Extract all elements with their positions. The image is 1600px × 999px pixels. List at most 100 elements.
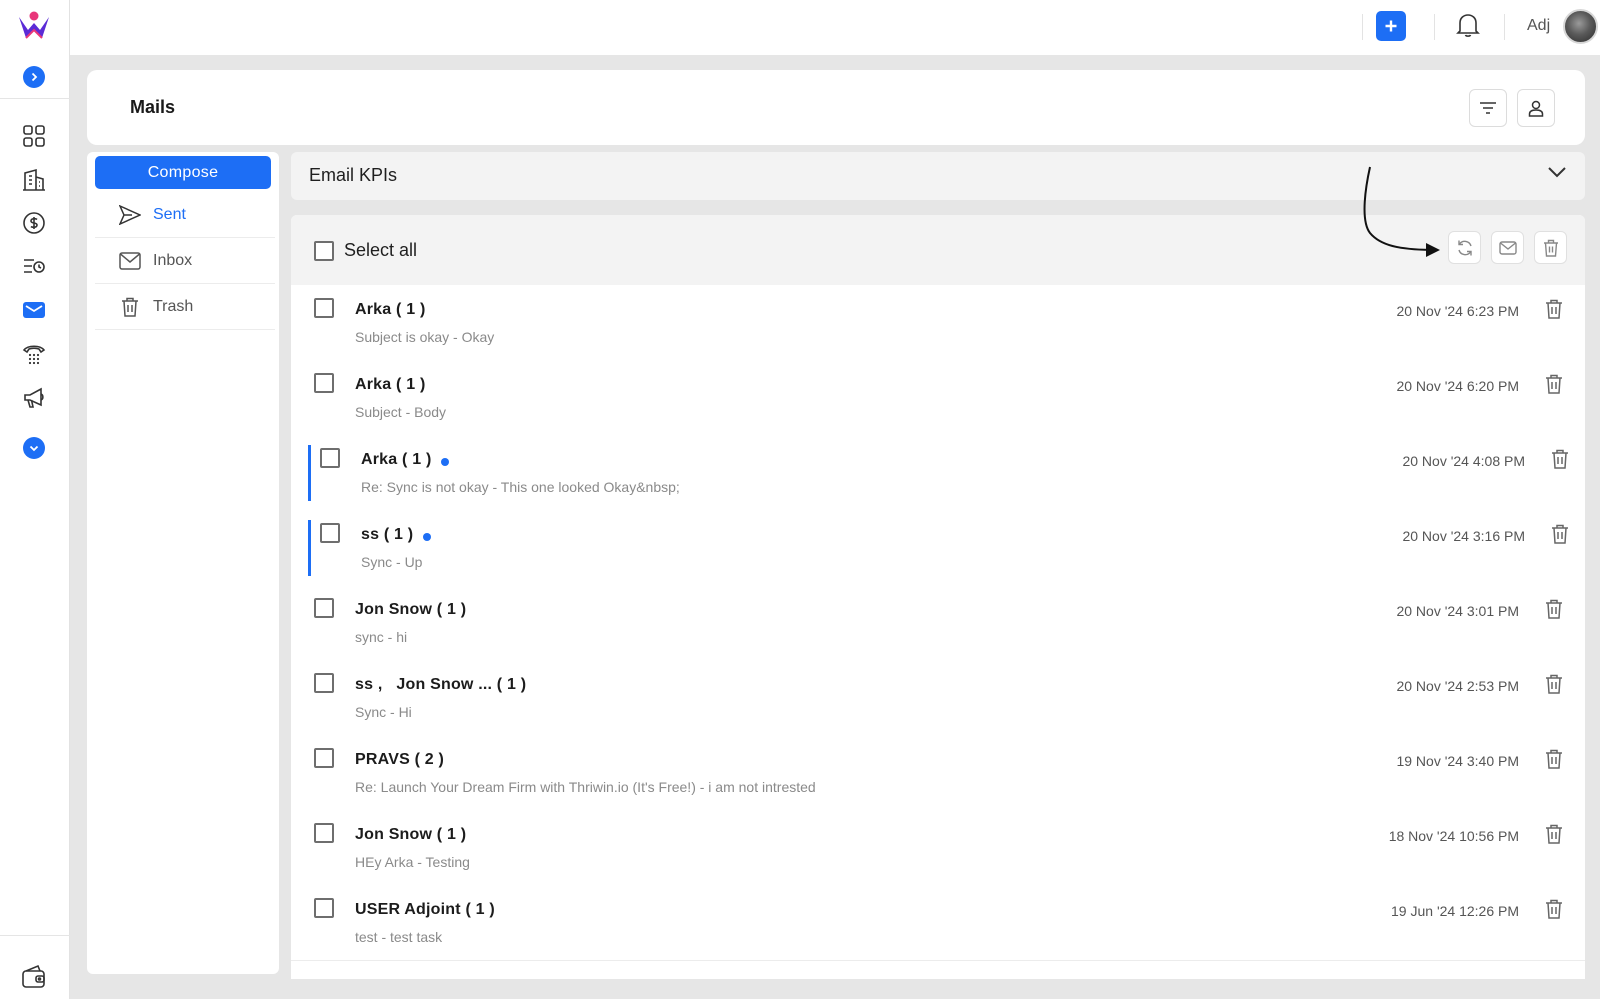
sender-name: Jon Snow ( 1 ) (355, 601, 467, 618)
delete-mail-button[interactable] (1543, 673, 1565, 695)
left-nav-rail (0, 0, 70, 999)
mail-folders-panel: Compose Sent Inbox Trash (87, 152, 279, 974)
filter-button[interactable] (1469, 89, 1507, 127)
folder-sent[interactable]: Sent (95, 192, 275, 238)
mail-sender: Jon Snow ( 1 ) (355, 826, 466, 844)
compose-button[interactable]: Compose (95, 156, 271, 189)
delete-mail-button[interactable] (1543, 898, 1565, 920)
folder-trash[interactable]: Trash (95, 284, 275, 330)
mail-sender: USER Adjoint ( 1 ) (355, 901, 495, 919)
delete-selected-button[interactable] (1534, 231, 1567, 264)
trash-icon (1546, 599, 1562, 619)
mail-row[interactable]: Arka ( 1 ) Subject - Body 20 Nov '24 6:2… (291, 360, 1585, 436)
more-nav-button[interactable] (23, 437, 45, 459)
sender-name: ss ( 1 ) (361, 526, 414, 543)
mail-checkbox[interactable] (320, 523, 340, 543)
chevron-down-icon[interactable] (1547, 165, 1567, 184)
bell-icon (1456, 14, 1480, 37)
mail-date: 20 Nov '24 3:16 PM (1402, 528, 1525, 544)
trash-icon (1546, 899, 1562, 919)
mail-checkbox[interactable] (314, 748, 334, 768)
user-name[interactable]: Adj (1527, 17, 1550, 35)
mail-sender: Arka ( 1 ) (355, 376, 425, 394)
mail-row-unread[interactable]: ss ( 1 ) Sync - Up 20 Nov '24 3:16 PM (291, 510, 1585, 586)
delete-mail-button[interactable] (1549, 448, 1571, 470)
mark-read-button[interactable] (1491, 231, 1524, 264)
mail-sender: ss , Jon Snow ... ( 1 ) (355, 676, 526, 694)
task-list-icon[interactable] (20, 252, 48, 280)
mail-checkbox[interactable] (314, 298, 334, 318)
mail-preview: Re: Launch Your Dream Firm with Thriwin.… (355, 779, 816, 795)
select-all-checkbox[interactable] (314, 240, 334, 261)
avatar[interactable] (1563, 9, 1598, 44)
chevron-down-icon (29, 445, 39, 452)
mail-row[interactable]: ss , Jon Snow ... ( 1 ) Sync - Hi 20 Nov… (291, 660, 1585, 736)
quick-add-button[interactable] (1376, 11, 1406, 41)
mail-checkbox[interactable] (314, 373, 334, 393)
mail-nav-icon[interactable] (20, 296, 48, 324)
building-icon[interactable] (20, 166, 48, 194)
refresh-sync-button[interactable] (1448, 231, 1481, 264)
mail-preview: test - test task (355, 929, 443, 945)
email-kpis-accordion[interactable]: Email KPIs (291, 152, 1585, 200)
expand-nav-button[interactable] (23, 66, 45, 88)
sender-name: USER Adjoint ( 1 ) (355, 901, 495, 918)
folder-label: Inbox (153, 251, 193, 269)
user-filter-button[interactable] (1517, 89, 1555, 127)
phone-dialer-icon[interactable] (20, 340, 48, 368)
unread-indicator-bar (308, 445, 311, 501)
mail-checkbox[interactable] (314, 898, 334, 918)
app-logo[interactable] (16, 8, 52, 44)
sender-name: Jon Snow ( 1 ) (355, 826, 467, 843)
mail-checkbox[interactable] (314, 598, 334, 618)
delete-mail-button[interactable] (1543, 598, 1565, 620)
rail-divider (0, 935, 70, 936)
notifications-button[interactable] (1454, 11, 1482, 39)
mail-sender: Jon Snow ( 1 ) (355, 601, 466, 619)
mail-date: 20 Nov '24 3:01 PM (1396, 603, 1519, 619)
mail-sender: ss ( 1 ) (361, 526, 432, 544)
select-all[interactable]: Select all (314, 240, 417, 261)
mail-row[interactable]: PRAVS ( 2 ) Re: Launch Your Dream Firm w… (291, 735, 1585, 811)
mail-date: 20 Nov '24 6:23 PM (1396, 303, 1519, 319)
mail-row-unread[interactable]: Arka ( 1 ) Re: Sync is not okay - This o… (291, 435, 1585, 511)
mail-row[interactable]: Jon Snow ( 1 ) HEy Arka - Testing 18 Nov… (291, 810, 1585, 886)
mail-preview: HEy Arka - Testing (355, 854, 470, 870)
topbar-divider (1504, 14, 1505, 40)
page-header: Mails (87, 70, 1585, 145)
unread-dot (423, 533, 432, 541)
mail-list-toolbar: Select all (291, 215, 1585, 285)
unread-dot (441, 458, 450, 466)
mail-checkbox[interactable] (314, 673, 334, 693)
sender-name: ss , Jon Snow ... ( 1 ) (355, 676, 527, 693)
mail-row[interactable]: Jon Snow ( 1 ) sync - hi 20 Nov '24 3:01… (291, 585, 1585, 661)
delete-mail-button[interactable] (1543, 298, 1565, 320)
rail-divider (0, 98, 70, 99)
megaphone-icon[interactable] (20, 384, 48, 412)
wallet-icon[interactable] (20, 963, 48, 991)
trash-icon (1546, 824, 1562, 844)
delete-mail-button[interactable] (1543, 373, 1565, 395)
sender-name: PRAVS ( 2 ) (355, 751, 445, 768)
kpi-title: Email KPIs (309, 165, 398, 185)
trash-icon (1552, 524, 1568, 544)
delete-mail-button[interactable] (1543, 823, 1565, 845)
mail-checkbox[interactable] (314, 823, 334, 843)
sender-name: Arka ( 1 ) (355, 301, 426, 318)
mail-date: 19 Nov '24 3:40 PM (1396, 753, 1519, 769)
mail-row[interactable]: Arka ( 1 ) Subject is okay - Okay 20 Nov… (291, 285, 1585, 361)
mail-row[interactable]: USER Adjoint ( 1 ) test - test task 19 J… (291, 885, 1585, 961)
delete-mail-button[interactable] (1549, 523, 1571, 545)
mail-checkbox[interactable] (320, 448, 340, 468)
plus-icon (1385, 20, 1397, 32)
delete-mail-button[interactable] (1543, 748, 1565, 770)
mail-preview: Sync - Hi (355, 704, 412, 720)
mail-sender: Arka ( 1 ) (355, 301, 425, 319)
mail-date: 20 Nov '24 6:20 PM (1396, 378, 1519, 394)
folder-inbox[interactable]: Inbox (95, 238, 275, 284)
dollar-icon[interactable] (20, 209, 48, 237)
dashboard-icon[interactable] (20, 122, 48, 150)
page-title: Mails (130, 97, 176, 117)
mail-open-icon (1498, 240, 1517, 255)
user-icon (1528, 100, 1544, 117)
